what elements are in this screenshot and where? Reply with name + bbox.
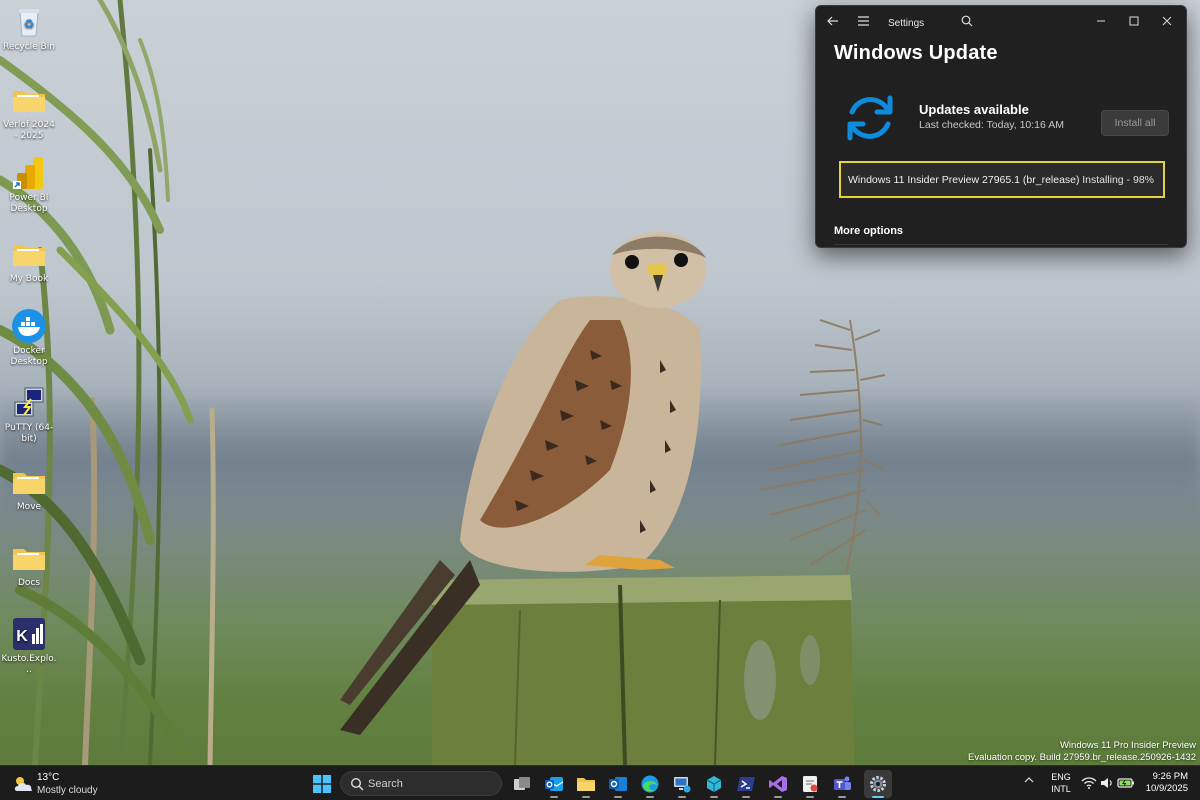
svg-text:♻: ♻ bbox=[24, 17, 35, 31]
update-name: Windows 11 Insider Preview 27965.1 (br_r… bbox=[848, 174, 1080, 186]
kusto-explorer-icon: K bbox=[11, 616, 47, 652]
folder-icon bbox=[11, 464, 47, 500]
desktop-icon-label: Kusto.Explo... bbox=[1, 654, 57, 675]
folder-icon bbox=[11, 540, 47, 576]
clock-date: 10/9/2025 bbox=[1145, 783, 1188, 794]
search-placeholder: Search bbox=[368, 778, 403, 790]
sync-icon bbox=[840, 88, 900, 148]
divider bbox=[834, 244, 1168, 245]
taskbar-app-file-explorer[interactable] bbox=[572, 770, 600, 798]
desktop-icon-docker[interactable]: Docker Desktop bbox=[4, 308, 54, 368]
taskbar-app-teams[interactable] bbox=[828, 770, 856, 798]
last-checked-text: Last checked: Today, 10:16 AM bbox=[919, 119, 1064, 131]
close-button[interactable] bbox=[1153, 12, 1181, 32]
taskbar-app-remote-desktop[interactable] bbox=[668, 770, 696, 798]
folder-icon bbox=[11, 82, 47, 118]
maximize-button[interactable] bbox=[1120, 12, 1148, 32]
desktop-icon-putty[interactable]: PuTTY (64-bit) bbox=[4, 385, 54, 445]
start-button[interactable] bbox=[308, 770, 336, 798]
taskbar-app-powershell[interactable] bbox=[732, 770, 760, 798]
teams-icon bbox=[834, 776, 851, 790]
desktop-icon-label: Move bbox=[16, 502, 42, 512]
title-bar[interactable]: Settings bbox=[816, 6, 1186, 40]
minimize-button[interactable] bbox=[1087, 12, 1115, 32]
desktop-icon-label: My Book bbox=[9, 274, 49, 284]
volume-icon[interactable] bbox=[1099, 775, 1115, 791]
desktop-icon-label: Docs bbox=[17, 578, 41, 588]
desktop-icon-kusto-explorer[interactable]: K Kusto.Explo... bbox=[1, 616, 57, 676]
search-icon bbox=[350, 777, 364, 791]
more-options-heading: More options bbox=[834, 225, 904, 237]
weather-condition: Mostly cloudy bbox=[37, 785, 98, 796]
hamburger-menu-icon[interactable] bbox=[854, 14, 872, 32]
page-title: Windows Update bbox=[834, 42, 998, 64]
search-icon[interactable] bbox=[958, 14, 976, 32]
watermark-edition: Windows 11 Pro Insider Preview bbox=[1059, 740, 1196, 751]
recycle-bin-icon: ♻ bbox=[11, 4, 47, 40]
folder-icon bbox=[11, 236, 47, 272]
power-bi-icon bbox=[11, 155, 47, 191]
taskbar-app-package-manager[interactable] bbox=[700, 770, 728, 798]
snipping-tool-icon bbox=[803, 776, 818, 792]
taskbar-search-box[interactable]: Search bbox=[340, 771, 502, 796]
desktop-icon-label: Verlof 2024 - 2025 bbox=[3, 120, 55, 141]
desktop-icon-recycle-bin[interactable]: ♻ Recycle Bin bbox=[3, 4, 55, 53]
desktop-icon-my-book[interactable]: My Book bbox=[4, 236, 54, 285]
taskbar: 13°C Mostly cloudy Search ENG INTL 9:26 … bbox=[0, 765, 1200, 800]
install-all-button[interactable]: Install all bbox=[1101, 110, 1169, 136]
update-item-row[interactable]: Windows 11 Insider Preview 27965.1 (br_r… bbox=[839, 161, 1165, 198]
desktop-icon-label: Docker Desktop bbox=[10, 346, 48, 367]
desktop: ♻ Recycle Bin Verlof 2024 - 2025 Power B… bbox=[0, 0, 1200, 800]
back-arrow-icon[interactable] bbox=[824, 14, 842, 32]
keyboard-layout: INTL bbox=[1051, 784, 1071, 794]
remote-desktop-icon bbox=[674, 777, 691, 793]
package-icon bbox=[706, 776, 722, 792]
cloudy-weather-icon bbox=[12, 774, 34, 794]
file-explorer-icon bbox=[577, 778, 595, 791]
clock-time: 9:26 PM bbox=[1152, 771, 1188, 782]
language-code: ENG bbox=[1051, 772, 1071, 782]
taskbar-app-snipping-tool[interactable] bbox=[796, 770, 824, 798]
docker-icon bbox=[11, 308, 47, 344]
desktop-icon-label: PuTTY (64-bit) bbox=[4, 423, 54, 444]
desktop-icon-verlof-folder[interactable]: Verlof 2024 - 2025 bbox=[3, 82, 55, 142]
outlook-icon bbox=[609, 777, 627, 791]
windows-logo-icon bbox=[313, 775, 331, 793]
taskbar-app-outlook[interactable] bbox=[604, 770, 632, 798]
desktop-icon-label: Power BI Desktop bbox=[9, 193, 49, 214]
powershell-icon bbox=[737, 777, 755, 791]
taskbar-app-visual-studio[interactable] bbox=[764, 770, 792, 798]
svg-text:K: K bbox=[16, 628, 28, 645]
update-status-heading: Updates available bbox=[919, 102, 1029, 117]
desktop-icon-power-bi[interactable]: Power BI Desktop bbox=[4, 155, 54, 215]
outlook-new-icon bbox=[545, 777, 564, 791]
visual-studio-icon bbox=[769, 776, 787, 792]
task-view-icon bbox=[514, 777, 530, 790]
weather-temperature: 13°C bbox=[37, 772, 60, 783]
build-watermark: Windows 11 Pro Insider Preview Evaluatio… bbox=[968, 740, 1196, 764]
wifi-icon[interactable] bbox=[1081, 775, 1097, 791]
putty-icon bbox=[11, 385, 47, 421]
desktop-icon-label: Recycle Bin bbox=[3, 42, 55, 52]
watermark-build: Evaluation copy. Build 27959.br_release.… bbox=[968, 752, 1196, 763]
settings-window[interactable]: Settings Windows Update Updates availabl… bbox=[815, 5, 1187, 248]
desktop-icon-move-folder[interactable]: Move bbox=[4, 464, 54, 513]
input-language-indicator[interactable]: ENG INTL bbox=[1048, 771, 1074, 795]
edge-browser-icon bbox=[641, 775, 659, 793]
desktop-icon-docs-folder[interactable]: Docs bbox=[4, 540, 54, 589]
taskbar-app-settings[interactable] bbox=[864, 770, 892, 798]
taskbar-app-outlook-new[interactable] bbox=[540, 770, 568, 798]
settings-gear-icon bbox=[870, 776, 886, 792]
show-hidden-icons-chevron-icon[interactable] bbox=[1024, 775, 1034, 787]
taskbar-app-edge[interactable] bbox=[636, 770, 664, 798]
update-install-status: Installing - 98% bbox=[1082, 174, 1154, 186]
task-view-button[interactable] bbox=[508, 770, 536, 798]
battery-charging-icon[interactable] bbox=[1117, 775, 1134, 791]
system-clock[interactable]: 9:26 PM 10/9/2025 bbox=[1146, 771, 1188, 795]
window-title: Settings bbox=[888, 18, 925, 29]
